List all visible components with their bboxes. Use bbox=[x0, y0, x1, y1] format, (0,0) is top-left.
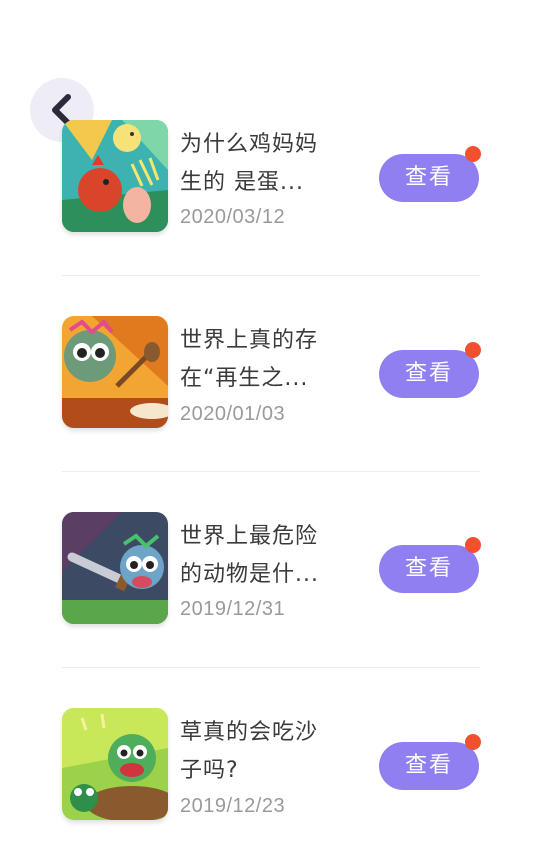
article-title: 世界上最危险的动物是什... bbox=[180, 524, 319, 587]
article-date: 2020/01/03 bbox=[180, 403, 286, 425]
divider bbox=[62, 471, 480, 472]
article-title: 为什么鸡妈妈生的 是蛋... bbox=[180, 132, 319, 195]
view-button[interactable]: 查看 bbox=[379, 742, 479, 790]
article-date: 2020/03/12 bbox=[180, 206, 286, 228]
divider bbox=[62, 667, 480, 668]
article-thumbnail bbox=[62, 316, 168, 428]
article-title: 世界上真的存在“再生之... bbox=[180, 328, 319, 391]
list-item[interactable]: 草真的会吃沙子吗? 2019/12/23 查看 bbox=[0, 0, 540, 820]
article-thumbnail bbox=[62, 512, 168, 624]
article-thumbnail bbox=[62, 120, 168, 232]
divider bbox=[62, 275, 480, 276]
article-date: 2019/12/31 bbox=[180, 598, 286, 620]
view-button[interactable]: 查看 bbox=[379, 154, 479, 202]
view-button[interactable]: 查看 bbox=[379, 350, 479, 398]
article-date: 2019/12/23 bbox=[180, 795, 286, 817]
article-title: 草真的会吃沙子吗? bbox=[180, 720, 319, 783]
view-button[interactable]: 查看 bbox=[379, 545, 479, 593]
article-thumbnail bbox=[62, 708, 168, 820]
